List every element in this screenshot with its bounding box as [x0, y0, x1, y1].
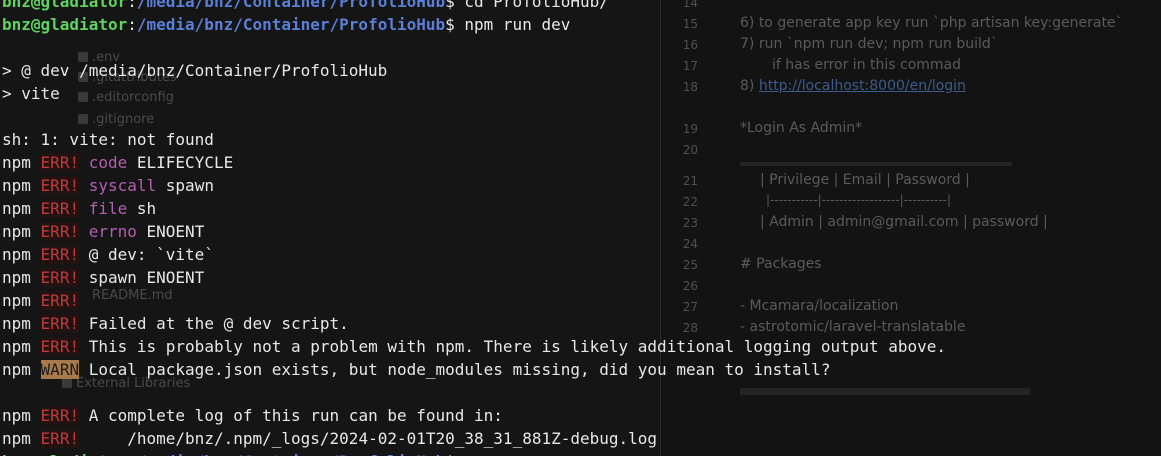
shell-error-line: sh: 1: vite: not found [2, 130, 214, 149]
npm-error-line: npm ERR! [2, 291, 80, 310]
err-tag: ERR! [40, 153, 80, 172]
err-tag: ERR! [40, 314, 80, 333]
npm-error-line: npm ERR! Failed at the @ dev script. [2, 314, 349, 333]
prompt-line-command: bnz@gladiator:/media/bnz/Container/Profo… [2, 15, 571, 34]
run-header-line: > vite [2, 84, 60, 103]
npm-error-line: npm ERR! @ dev: `vite` [2, 245, 214, 264]
npm-error-line: npm ERR! file sh [2, 199, 157, 218]
err-tag: ERR! [40, 268, 80, 287]
npm-error-line: npm ERR! This is probably not a problem … [2, 337, 947, 356]
err-tag: ERR! [40, 199, 80, 218]
err-tag: ERR! [40, 222, 80, 241]
err-tag: ERR! [40, 176, 80, 195]
npm-error-line: npm ERR! code ELIFECYCLE [2, 153, 234, 172]
err-tag: ERR! [40, 337, 80, 356]
terminal-window[interactable]: bnz@gladiator:/media/bnz/Container/Profo… [0, 0, 1161, 456]
warn-tag: WARN [40, 360, 80, 379]
err-tag: ERR! [40, 245, 80, 264]
npm-error-line: npm ERR! spawn ENOENT [2, 268, 205, 287]
npm-warn-line: npm WARN Local package.json exists, but … [2, 360, 831, 379]
npm-error-line: npm ERR! /home/bnz/.npm/_logs/2024-02-01… [2, 429, 658, 448]
prompt-line-prev: bnz@gladiator:/media/bnz/Container/Profo… [2, 0, 609, 11]
prompt-line-current[interactable]: bnz@gladiator:/media/bnz/Container/Profo… [2, 450, 1161, 456]
err-tag: ERR! [40, 429, 80, 448]
err-tag: ERR! [40, 406, 80, 425]
npm-error-line: npm ERR! A complete log of this run can … [2, 406, 503, 425]
err-tag: ERR! [40, 291, 80, 310]
command-text: npm run dev [464, 15, 571, 34]
npm-error-line: npm ERR! syscall spawn [2, 176, 214, 195]
npm-error-line: npm ERR! errno ENOENT [2, 222, 205, 241]
run-header-line: > @ dev /media/bnz/Container/ProfolioHub [2, 61, 388, 80]
log-path: /home/bnz/.npm/_logs/2024-02-01T20_38_31… [127, 429, 658, 448]
